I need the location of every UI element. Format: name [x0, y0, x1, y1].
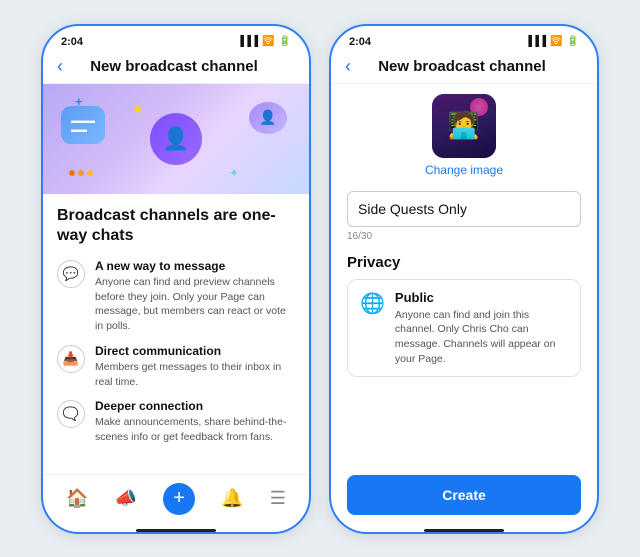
feature-title-0: A new way to message: [95, 259, 295, 273]
back-button-2[interactable]: ‹: [345, 56, 351, 77]
phone-1: 2:04 ▐▐▐ 🛜 🔋 ‹ New broadcast channel + ▬…: [41, 24, 311, 534]
feature-text-0: A new way to message Anyone can find and…: [95, 259, 295, 334]
create-button[interactable]: Create: [347, 475, 581, 515]
battery-icon-2: 🔋: [567, 36, 579, 47]
hero-central-avatar: 👤: [150, 113, 202, 165]
status-bar-2: 2:04 ▐▐▐ 🛜 🔋: [331, 26, 597, 52]
privacy-text: Public Anyone can find and join this cha…: [395, 290, 568, 367]
privacy-card[interactable]: 🌐 Public Anyone can find and join this c…: [347, 279, 581, 378]
bubble-right-icon: 👤: [259, 109, 276, 126]
status-icons-2: ▐▐▐ 🛜 🔋: [525, 36, 579, 47]
home-indicator-1: [136, 529, 216, 532]
public-icon: 🌐: [360, 291, 385, 316]
feature-item-0: 💬 A new way to message Anyone can find a…: [57, 259, 295, 334]
nav-menu[interactable]: ☰: [270, 488, 286, 509]
feature-icon-1: 📥: [57, 345, 85, 373]
dot-2: [78, 170, 84, 176]
wifi-icon-2: 🛜: [550, 36, 562, 47]
privacy-desc: Anyone can find and join this channel. O…: [395, 308, 568, 367]
dot-1: [69, 170, 75, 176]
nav-add[interactable]: +: [163, 483, 195, 515]
privacy-title: Public: [395, 290, 568, 305]
signal-icon: ▐▐▐: [237, 36, 258, 47]
feature-item-1: 📥 Direct communication Members get messa…: [57, 344, 295, 389]
avatar-person-icon: 🧑‍💻: [448, 110, 480, 141]
feature-text-2: Deeper connection Make announcements, sh…: [95, 399, 295, 444]
hero-illustration: + ▬▬▬▬▬ ✦ 👤 👤 ✦: [43, 84, 309, 194]
bell-icon: 🔔: [221, 488, 243, 509]
person-icon: 👤: [162, 126, 189, 152]
time-1: 2:04: [61, 36, 83, 48]
dot-3: [87, 170, 93, 176]
home-indicator-2: [424, 529, 504, 532]
nav-bar-2: ‹ New broadcast channel: [331, 52, 597, 84]
change-image-button[interactable]: Change image: [425, 163, 503, 177]
home-icon: 🏠: [66, 488, 88, 509]
feature-title-2: Deeper connection: [95, 399, 295, 413]
feature-desc-2: Make announcements, share behind-the-sce…: [95, 415, 295, 444]
channel-name-input[interactable]: [347, 191, 581, 227]
privacy-section-label: Privacy: [347, 254, 581, 271]
feature-desc-1: Members get messages to their inbox in r…: [95, 360, 295, 389]
feature-title-1: Direct communication: [95, 344, 295, 358]
hero-star-icon: ✦: [131, 100, 144, 120]
phone-2: 2:04 ▐▐▐ 🛜 🔋 ‹ New broadcast channel 🧑‍💻: [329, 24, 599, 534]
broadcast-icon: 📣: [115, 488, 137, 509]
feature-text-1: Direct communication Members get message…: [95, 344, 295, 389]
p1-body: Broadcast channels are one-way chats 💬 A…: [43, 194, 309, 467]
signal-icon-2: ▐▐▐: [525, 36, 546, 47]
battery-icon: 🔋: [279, 36, 291, 47]
hero-bubble-right: 👤: [249, 102, 287, 134]
nav-bar-1: ‹ New broadcast channel: [43, 52, 309, 84]
phone1-content: + ▬▬▬▬▬ ✦ 👤 👤 ✦ Broadcas: [43, 84, 309, 474]
nav-notifications[interactable]: 🔔: [221, 488, 243, 509]
headline: Broadcast channels are one-way chats: [57, 206, 295, 248]
bottom-nav-1: 🏠 📣 + 🔔 ☰: [43, 474, 309, 525]
char-count: 16/30: [347, 231, 581, 242]
avatar-section: 🧑‍💻 Change image: [347, 94, 581, 177]
feature-desc-0: Anyone can find and preview channels bef…: [95, 275, 295, 334]
status-bar-1: 2:04 ▐▐▐ 🛜 🔋: [43, 26, 309, 52]
status-icons-1: ▐▐▐ 🛜 🔋: [237, 36, 291, 47]
nav-title-2: New broadcast channel: [359, 58, 565, 75]
menu-icon: ☰: [270, 488, 286, 509]
hero-bubble-left: ▬▬▬▬▬: [61, 106, 105, 144]
hero-dots: [69, 170, 93, 176]
nav-broadcast[interactable]: 📣: [115, 488, 137, 509]
feature-icon-2: 🗨️: [57, 400, 85, 428]
hero-star2-icon: ✦: [229, 166, 239, 180]
feature-icon-0: 💬: [57, 260, 85, 288]
wifi-icon: 🛜: [262, 36, 274, 47]
time-2: 2:04: [349, 36, 371, 48]
avatar-inner: 🧑‍💻: [432, 94, 496, 158]
back-button-1[interactable]: ‹: [57, 56, 63, 77]
channel-avatar: 🧑‍💻: [432, 94, 496, 158]
nav-home[interactable]: 🏠: [66, 488, 88, 509]
nav-title-1: New broadcast channel: [71, 58, 277, 75]
bubble-left-icon: ▬▬▬▬▬: [71, 116, 95, 134]
p2-content: 🧑‍💻 Change image 16/30 Privacy 🌐 Public …: [331, 84, 597, 451]
feature-item-2: 🗨️ Deeper connection Make announcements,…: [57, 399, 295, 444]
p2-bottom: Create: [331, 451, 597, 525]
